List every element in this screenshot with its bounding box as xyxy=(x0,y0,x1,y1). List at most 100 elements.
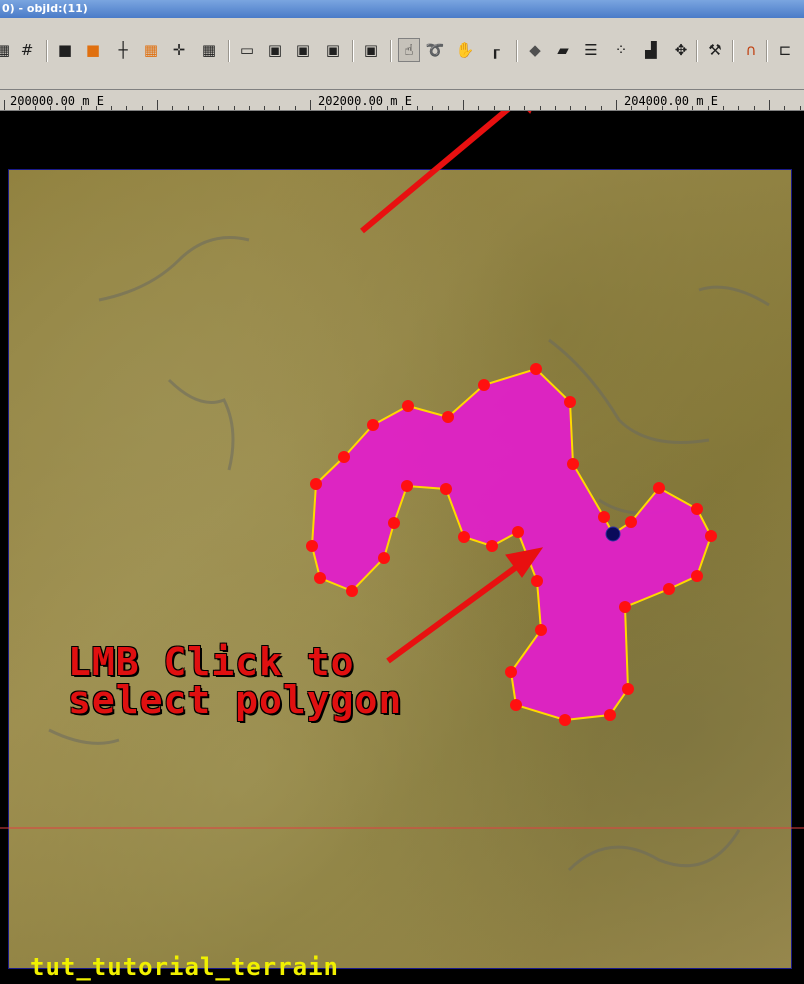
add-stairs-button[interactable]: ▟ xyxy=(640,38,662,62)
arrow-toolbar-head xyxy=(527,111,532,114)
polygon-vertex[interactable] xyxy=(691,503,703,515)
ruler-tick xyxy=(96,106,97,110)
ruler-tick xyxy=(738,106,739,110)
polygon-vertex[interactable] xyxy=(486,540,498,552)
polygon-vertex[interactable] xyxy=(598,511,610,523)
polygon-vertex[interactable] xyxy=(510,699,522,711)
ruler-tick xyxy=(677,106,678,110)
ruler-tick xyxy=(662,106,663,110)
map-viewport[interactable]: LMB Click to select polygon tut_tutorial… xyxy=(0,111,804,984)
add-lines-button[interactable]: ☰ xyxy=(580,38,602,62)
polygon-vertex[interactable] xyxy=(306,540,318,552)
lasso-button[interactable]: ➰ xyxy=(424,38,446,62)
polygon-vertex[interactable] xyxy=(604,709,616,721)
polygon-vertex[interactable] xyxy=(619,601,631,613)
terrain-button[interactable]: ▦ xyxy=(0,38,14,62)
polygon-vertex[interactable] xyxy=(622,683,634,695)
terrain-name-label: tut_tutorial_terrain xyxy=(30,953,339,981)
ruler-tick xyxy=(616,100,617,110)
polygon-vertex[interactable] xyxy=(705,530,717,542)
add-cube-button[interactable]: ◆ xyxy=(524,38,546,62)
polygon-vertex[interactable] xyxy=(338,451,350,463)
grid-orange-button[interactable]: ▦ xyxy=(140,38,162,62)
polygon-vertex[interactable] xyxy=(653,482,665,494)
ruler-label-1: 200000.00 m E xyxy=(10,94,104,108)
polygon-vertex[interactable] xyxy=(559,714,571,726)
ruler-tick xyxy=(111,106,112,110)
polygon-vertex[interactable] xyxy=(505,666,517,678)
polygon-vertex[interactable] xyxy=(691,570,703,582)
ruler-tick xyxy=(341,106,342,110)
window-icon: ▭ xyxy=(239,41,255,59)
frame-button[interactable]: ▣ xyxy=(360,38,382,62)
snap-axis-button[interactable]: ┼ xyxy=(112,38,134,62)
polygon-vertex[interactable] xyxy=(478,379,490,391)
add-polygon-button[interactable]: ▰ xyxy=(552,38,574,62)
grid-button[interactable]: # xyxy=(16,38,38,62)
ruler-tick xyxy=(524,106,525,110)
add-points-button[interactable]: ⁘ xyxy=(610,38,632,62)
ruler-tick xyxy=(203,106,204,110)
window-button[interactable]: ▭ xyxy=(236,38,258,62)
hand-select-button[interactable]: ☝ xyxy=(398,38,420,62)
lasso-icon: ➰ xyxy=(425,41,445,59)
polygon-vertex[interactable] xyxy=(314,572,326,584)
ruler-tick xyxy=(769,100,770,110)
polygon-vertex[interactable] xyxy=(458,531,470,543)
polygon-vertex[interactable] xyxy=(442,411,454,423)
connect-button[interactable]: ⊏ xyxy=(774,38,796,62)
polygon-vertex[interactable] xyxy=(401,480,413,492)
polygon-vertex[interactable] xyxy=(567,458,579,470)
add-move-button[interactable]: ✥ xyxy=(670,38,692,62)
polygon-vertex[interactable] xyxy=(388,517,400,529)
ruler-tick xyxy=(784,106,785,110)
polygon-vertex[interactable] xyxy=(440,483,452,495)
snap-point-icon: ✛ xyxy=(172,41,186,59)
polygon-vertex[interactable] xyxy=(531,575,543,587)
ruler-tick xyxy=(310,100,311,110)
toolbar-separator xyxy=(46,40,48,62)
cube-orange-icon: ■ xyxy=(85,41,101,59)
window-title: 0) - objId:(11) xyxy=(2,2,88,15)
polygon-vertex[interactable] xyxy=(367,419,379,431)
polygon-vertex[interactable] xyxy=(663,583,675,595)
ruler-tick xyxy=(463,100,464,110)
polygon-vertex[interactable] xyxy=(564,396,576,408)
coordinate-ruler: 200000.00 m E 202000.00 m E 204000.00 m … xyxy=(0,90,804,111)
polygon-vertex[interactable] xyxy=(346,585,358,597)
cube-grey-icon: ■ xyxy=(57,41,73,59)
polygon-vertex[interactable] xyxy=(625,516,637,528)
tools-button[interactable]: ⚒ xyxy=(704,38,726,62)
toolbar-separator xyxy=(766,40,768,62)
ruler-tick xyxy=(692,106,693,110)
terrain-icon: ▦ xyxy=(0,41,11,59)
ruler-button[interactable]: ┎ xyxy=(484,38,506,62)
polygon-vertex[interactable] xyxy=(512,526,524,538)
cube-orange-button[interactable]: ■ xyxy=(82,38,104,62)
snap-point-button[interactable]: ✛ xyxy=(168,38,190,62)
hand-move-button[interactable]: ✋ xyxy=(454,38,476,62)
ruler-tick xyxy=(417,106,418,110)
ruler-tick xyxy=(356,106,357,110)
selected-vertex[interactable] xyxy=(605,526,621,542)
polygon-vertex[interactable] xyxy=(402,400,414,412)
grid-snap-button[interactable]: ▦ xyxy=(198,38,220,62)
polygon-vertex[interactable] xyxy=(530,363,542,375)
polygon-vertex[interactable] xyxy=(535,624,547,636)
hand-move-icon: ✋ xyxy=(455,41,475,59)
polygon-vertex[interactable] xyxy=(378,552,390,564)
ruler-tick xyxy=(126,106,127,110)
ruler-tick xyxy=(188,106,189,110)
ruler-tick xyxy=(432,106,433,110)
ruler-tick xyxy=(509,106,510,110)
add-cube-icon: ◆ xyxy=(529,41,541,59)
magnet-button[interactable]: ∩ xyxy=(740,38,762,62)
ruler-tick xyxy=(81,106,82,110)
image-window-button[interactable]: ▣ xyxy=(322,38,344,62)
ruler-tick xyxy=(585,106,586,110)
polygon-vertex[interactable] xyxy=(310,478,322,490)
cube-grey-button[interactable]: ■ xyxy=(54,38,76,62)
camera-window-button[interactable]: ▣ xyxy=(264,38,286,62)
ruler-tick xyxy=(601,106,602,110)
zoom-window-button[interactable]: ▣ xyxy=(292,38,314,62)
